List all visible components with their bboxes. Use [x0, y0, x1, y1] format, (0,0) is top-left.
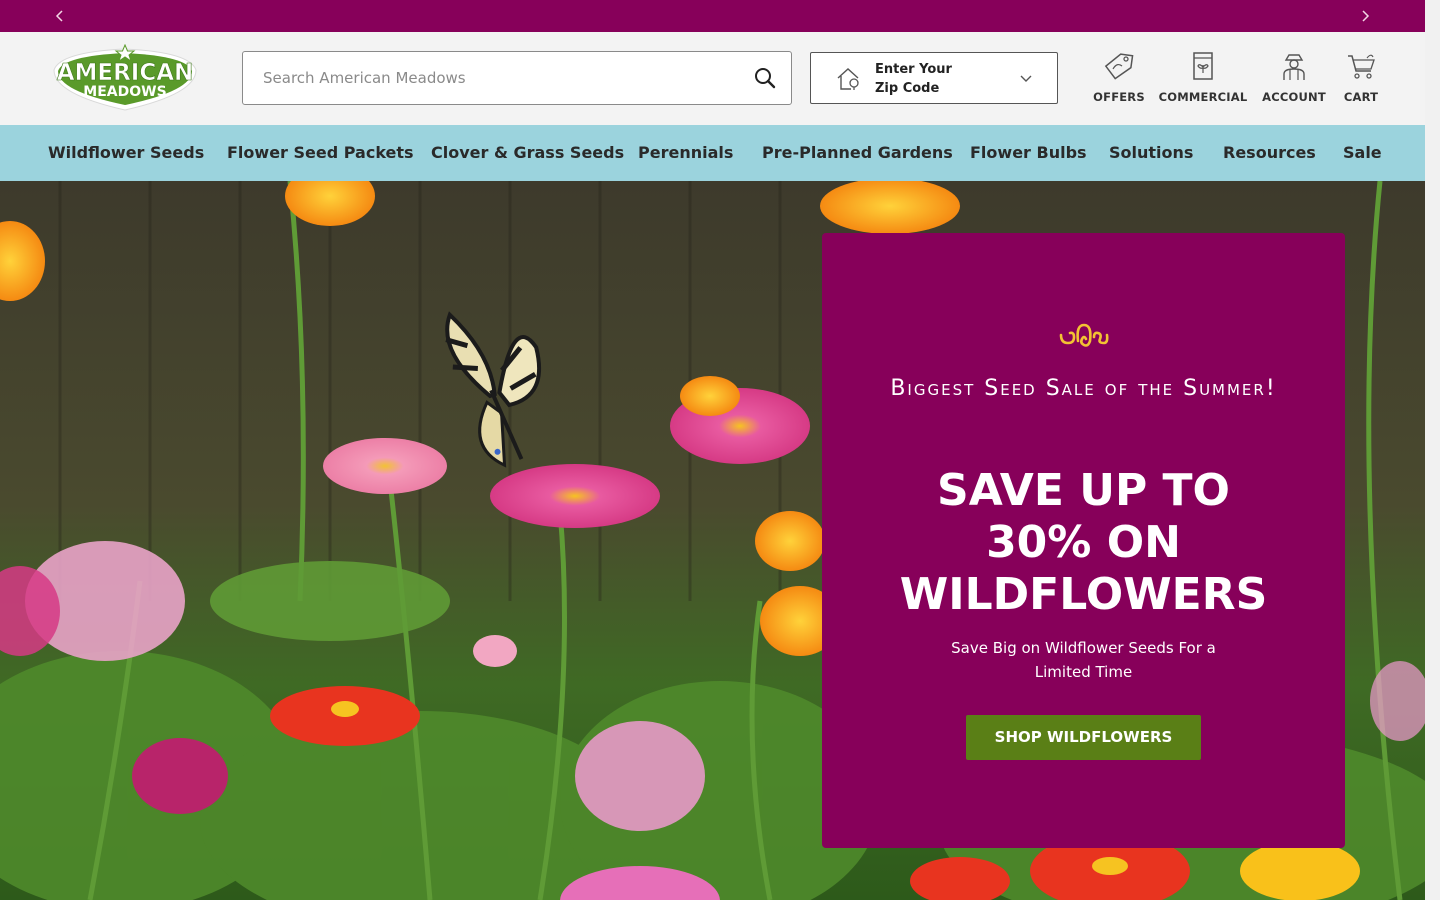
- headline-line-1: SAVE UP TO: [937, 465, 1230, 516]
- commercial-link[interactable]: COMMERCIAL: [1158, 50, 1248, 104]
- nav-item-flower-seed-packets[interactable]: Flower Seed Packets: [227, 125, 414, 181]
- promo-card: Biggest Seed Sale of the Summer! SAVE UP…: [822, 233, 1345, 848]
- gardener-icon: [1283, 54, 1305, 80]
- chevron-down-icon: [1019, 71, 1033, 85]
- nav-item-clover-grass-seeds[interactable]: Clover & Grass Seeds: [431, 125, 624, 181]
- search-box: [242, 51, 792, 105]
- nav-item-solutions[interactable]: Solutions: [1109, 125, 1193, 181]
- headline-line-3: WILDFLOWERS: [899, 569, 1268, 620]
- main-nav: Wildflower Seeds Flower Seed Packets Clo…: [0, 125, 1425, 181]
- nav-item-perennials[interactable]: Perennials: [638, 125, 733, 181]
- nav-item-flower-bulbs[interactable]: Flower Bulbs: [970, 125, 1087, 181]
- zip-line2: Zip Code: [875, 81, 940, 96]
- nav-item-sale[interactable]: Sale: [1343, 125, 1382, 181]
- promo-bar: [0, 0, 1425, 32]
- page-scrollbar[interactable]: [1425, 0, 1440, 900]
- zip-prompt: Enter Your Zip Code: [875, 60, 952, 98]
- brand-logo[interactable]: AMERICAN MEADOWS: [50, 43, 200, 114]
- search-input[interactable]: [243, 52, 733, 104]
- nav-item-pre-planned-gardens[interactable]: Pre-Planned Gardens: [762, 125, 953, 181]
- zip-line1: Enter Your: [875, 62, 952, 77]
- promo-eyebrow: Biggest Seed Sale of the Summer!: [890, 376, 1277, 401]
- search-icon[interactable]: [753, 66, 777, 90]
- nav-item-resources[interactable]: Resources: [1223, 125, 1316, 181]
- offers-link[interactable]: OFFERS: [1093, 50, 1145, 104]
- account-link[interactable]: ACCOUNT: [1260, 50, 1328, 104]
- logo-wordmark-top: AMERICAN: [57, 60, 194, 86]
- chevron-left-icon[interactable]: [50, 6, 70, 26]
- chevron-right-icon[interactable]: [1355, 6, 1375, 26]
- promo-subtext: Save Big on Wildflower Seeds For a Limit…: [951, 639, 1216, 681]
- logo-wordmark-bottom: MEADOWS: [83, 84, 166, 100]
- headline-line-2: 30% ON: [986, 517, 1181, 568]
- account-label: ACCOUNT: [1262, 90, 1326, 104]
- shop-wildflowers-button[interactable]: SHOP WILDFLOWERS: [966, 715, 1201, 760]
- commercial-label: COMMERCIAL: [1158, 90, 1248, 104]
- cart-link[interactable]: CART: [1338, 50, 1384, 104]
- tag-icon: [1104, 53, 1134, 80]
- home-location-icon: [835, 66, 861, 92]
- site-header: AMERICAN MEADOWS Enter Your Zip Code OFF…: [0, 32, 1425, 125]
- nav-item-wildflower-seeds[interactable]: Wildflower Seeds: [48, 125, 204, 181]
- zip-code-selector[interactable]: Enter Your Zip Code: [810, 52, 1058, 104]
- offers-label: OFFERS: [1093, 90, 1145, 104]
- flourish-icon: [1058, 321, 1110, 349]
- seed-packet-icon: [1193, 52, 1213, 80]
- cart-icon: [1348, 54, 1375, 79]
- hero-banner[interactable]: Biggest Seed Sale of the Summer! SAVE UP…: [0, 181, 1425, 900]
- cart-label: CART: [1343, 90, 1379, 104]
- promo-headline: SAVE UP TO 30% ON WILDFLOWERS: [842, 465, 1325, 621]
